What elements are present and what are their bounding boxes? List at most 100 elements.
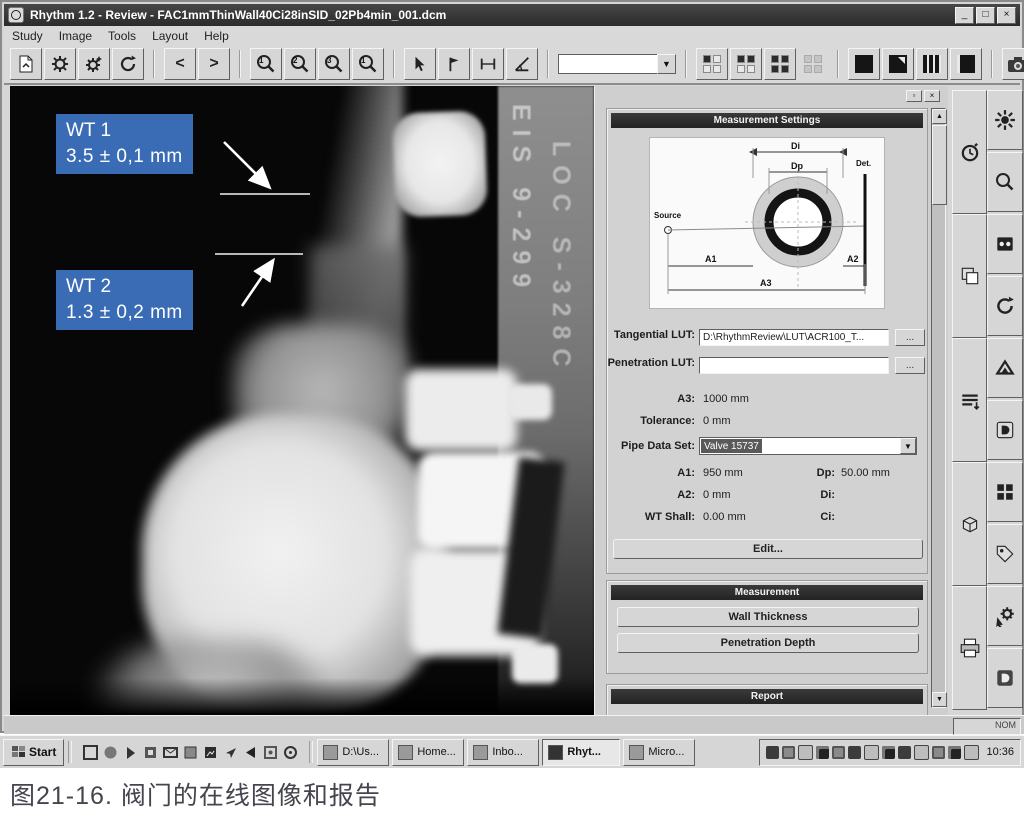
- dicom-tag-tool-button[interactable]: [987, 400, 1023, 460]
- scroll-thumb[interactable]: [932, 125, 947, 205]
- pipe-data-set-dropdown[interactable]: Valve 15737 ▼: [699, 437, 917, 455]
- tray-icon-2[interactable]: [782, 746, 795, 759]
- minimize-button[interactable]: _: [955, 7, 974, 24]
- menu-study[interactable]: Study: [4, 27, 51, 45]
- volume-tool-button[interactable]: [952, 462, 987, 586]
- angle-tool-button[interactable]: [506, 48, 538, 80]
- quicklaunch-icon-3[interactable]: [122, 744, 139, 761]
- brightness-tool-button[interactable]: [987, 90, 1023, 150]
- tray-icon-9[interactable]: [898, 746, 911, 759]
- print-tool-button[interactable]: [952, 586, 987, 710]
- pointer-tool-button[interactable]: [404, 48, 436, 80]
- copy-icon: [959, 265, 981, 287]
- tray-icon-10[interactable]: [914, 745, 929, 760]
- menu-tools[interactable]: Tools: [100, 27, 144, 45]
- timer-tool-button[interactable]: [952, 90, 987, 214]
- next-image-button[interactable]: >: [198, 48, 230, 80]
- tray-icon-8[interactable]: [882, 746, 895, 759]
- menu-help[interactable]: Help: [196, 27, 237, 45]
- tray-icon-6[interactable]: [848, 746, 861, 759]
- quicklaunch-icon-10[interactable]: [262, 744, 279, 761]
- chevron-down-icon[interactable]: ▼: [900, 438, 916, 454]
- quicklaunch-icon-11[interactable]: [282, 744, 299, 761]
- display-mode-3-button[interactable]: [916, 48, 948, 80]
- panel-close-button[interactable]: ×: [924, 90, 940, 102]
- penetration-depth-button[interactable]: Penetration Depth: [617, 633, 919, 653]
- settings-tool-button[interactable]: [987, 586, 1023, 646]
- tray-icon-11[interactable]: [932, 746, 945, 759]
- maximize-button[interactable]: □: [976, 7, 995, 24]
- quicklaunch-icon-8[interactable]: [222, 744, 239, 761]
- tray-icon-5[interactable]: [832, 746, 845, 759]
- display-mode-4-button[interactable]: [950, 48, 982, 80]
- film-tool-button[interactable]: [987, 214, 1023, 274]
- penetration-lut-input[interactable]: [699, 357, 889, 374]
- tangential-lut-browse-button[interactable]: ...: [895, 329, 925, 346]
- tray-icon-13[interactable]: [964, 745, 979, 760]
- zoom-3x-button[interactable]: 3: [318, 48, 350, 80]
- report-header[interactable]: Report: [611, 689, 923, 704]
- quicklaunch-icon-1[interactable]: [82, 744, 99, 761]
- magnify-tool-button[interactable]: [987, 152, 1023, 212]
- tray-icon-12[interactable]: [948, 746, 961, 759]
- snapshot-button[interactable]: [1002, 48, 1024, 80]
- quicklaunch-icon-9[interactable]: [242, 744, 259, 761]
- window-level-tool-button[interactable]: [952, 338, 987, 462]
- start-button[interactable]: Start: [3, 739, 64, 766]
- a2-di-row: A2: 0 mm Di:: [607, 489, 929, 507]
- reset-button[interactable]: [112, 48, 144, 80]
- report-tool-button[interactable]: [987, 648, 1023, 708]
- zoom-2x-button[interactable]: 2: [284, 48, 316, 80]
- display-mode-2-button[interactable]: [882, 48, 914, 80]
- penetration-lut-browse-button[interactable]: ...: [895, 357, 925, 374]
- quicklaunch-icon-2[interactable]: [102, 744, 119, 761]
- tangential-lut-input[interactable]: D:\RhythmReview\LUT\ACR100_T...: [699, 329, 889, 346]
- scroll-up-button[interactable]: ▲: [932, 109, 947, 124]
- task-button-inbox[interactable]: Inbo...: [467, 739, 539, 766]
- close-button[interactable]: ×: [997, 7, 1016, 24]
- chevron-down-icon[interactable]: ▼: [657, 54, 676, 74]
- task-button-explorer[interactable]: D:\Us...: [317, 739, 389, 766]
- measurement-header[interactable]: Measurement: [611, 585, 923, 600]
- copy-tool-button[interactable]: [952, 214, 987, 338]
- pipe-data-set-value[interactable]: Valve 15737: [701, 439, 762, 453]
- preset-dropdown[interactable]: ▼: [558, 54, 676, 74]
- quicklaunch-icon-4[interactable]: [142, 744, 159, 761]
- distance-tool-button[interactable]: [472, 48, 504, 80]
- rotate-tool-button[interactable]: [987, 276, 1023, 336]
- menu-layout[interactable]: Layout: [144, 27, 196, 45]
- task-button-rhythm[interactable]: Rhyt...: [542, 739, 620, 766]
- wall-thickness-button[interactable]: Wall Thickness: [617, 607, 919, 627]
- preset-dropdown-value[interactable]: [558, 54, 657, 74]
- panel-restore-button[interactable]: ▫: [906, 90, 922, 102]
- task-button-home[interactable]: Home...: [392, 739, 464, 766]
- tray-icon-3[interactable]: [798, 745, 813, 760]
- task-button-microsoft[interactable]: Micro...: [623, 739, 695, 766]
- edit-button[interactable]: Edit...: [613, 539, 923, 559]
- auto-process-button[interactable]: [78, 48, 110, 80]
- measurement-settings-header[interactable]: Measurement Settings: [611, 113, 923, 128]
- tray-icon-7[interactable]: [864, 745, 879, 760]
- marker-tool-button[interactable]: [438, 48, 470, 80]
- zoom-fit-button[interactable]: 1: [352, 48, 384, 80]
- label-tool-button[interactable]: [987, 524, 1023, 584]
- zoom-1x-button[interactable]: 1: [250, 48, 282, 80]
- scroll-down-button[interactable]: ▼: [932, 692, 947, 707]
- quicklaunch-icon-5[interactable]: [162, 744, 179, 761]
- previous-image-button[interactable]: <: [164, 48, 196, 80]
- grid-tool-button[interactable]: [987, 462, 1023, 522]
- tray-icon-1[interactable]: [766, 746, 779, 759]
- projection-tool-button[interactable]: [987, 338, 1023, 398]
- display-mode-1-button[interactable]: [848, 48, 880, 80]
- open-image-button[interactable]: [10, 48, 42, 80]
- quicklaunch-icon-7[interactable]: [202, 744, 219, 761]
- xray-viewport[interactable]: EIS 9-299 LOC S-328C WT 1 3.5 ± 0,1 mm W…: [10, 86, 594, 715]
- panel-scrollbar[interactable]: ▲ ▼: [931, 108, 946, 708]
- tray-icon-4[interactable]: [816, 746, 829, 759]
- layout-2up-button[interactable]: [730, 48, 762, 80]
- quicklaunch-icon-6[interactable]: [182, 744, 199, 761]
- layout-4up-button[interactable]: [764, 48, 796, 80]
- menu-image[interactable]: Image: [51, 27, 100, 45]
- layout-1up-button[interactable]: [696, 48, 728, 80]
- process-button[interactable]: [44, 48, 76, 80]
